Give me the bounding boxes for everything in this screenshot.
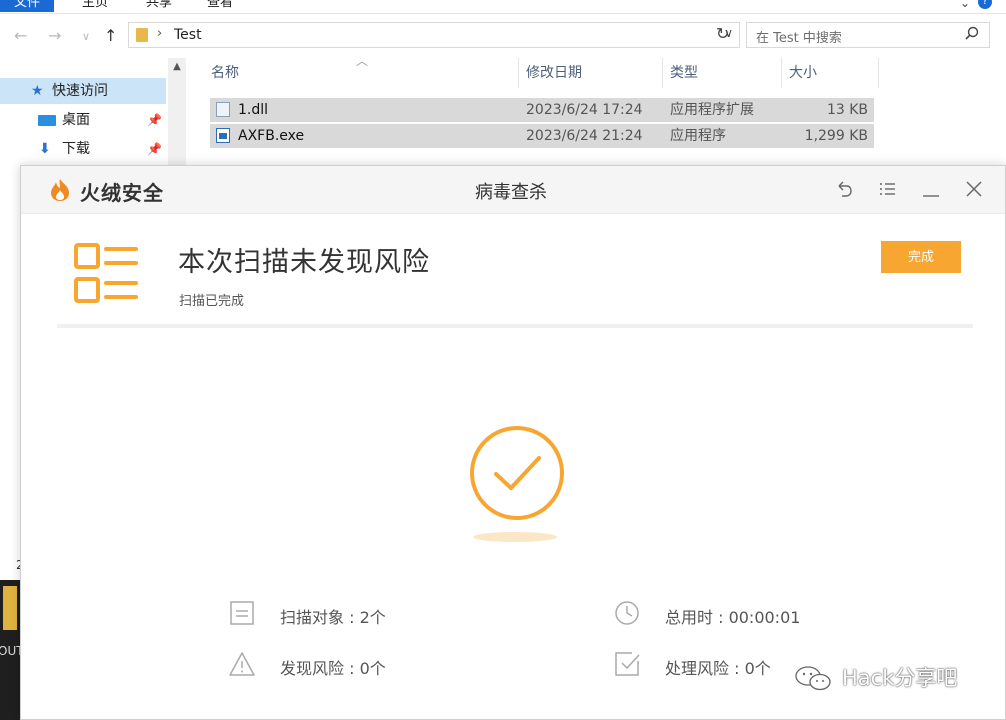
folder-icon	[136, 28, 148, 42]
exe-file-icon	[216, 128, 230, 143]
file-type: 应用程序扩展	[670, 102, 754, 118]
file-row[interactable]: AXFB.exe 2023/6/24 21:24 应用程序 1,299 KB	[210, 124, 874, 148]
sidebar-item-desktop[interactable]: 桌面 📌	[0, 107, 166, 133]
sidebar-item-label: 快速访问	[52, 83, 108, 99]
brand-name: 火绒安全	[80, 181, 164, 205]
scan-object-icon	[230, 601, 254, 625]
column-divider[interactable]	[518, 58, 519, 88]
column-header-type[interactable]: 类型	[670, 56, 698, 90]
address-field[interactable]: › Test ∨	[128, 22, 740, 48]
sidebar-item-downloads[interactable]: ⬇ 下载 📌	[0, 136, 166, 162]
download-icon: ⬇	[39, 141, 51, 157]
file-date: 2023/6/24 21:24	[526, 128, 643, 144]
success-check-icon	[470, 426, 564, 520]
scanned-count: 扫描对象 : 2个	[280, 608, 386, 627]
chevron-down-icon[interactable]: ⌄	[960, 0, 970, 10]
result-subtitle: 扫描已完成	[179, 294, 245, 309]
minimize-icon[interactable]	[920, 178, 942, 200]
handled-check-icon	[615, 652, 640, 676]
pin-icon[interactable]: 📌	[147, 107, 162, 133]
total-duration: 总用时 : 00:00:01	[665, 608, 801, 627]
column-divider[interactable]	[878, 58, 879, 88]
close-icon[interactable]	[963, 178, 985, 200]
icon-shadow	[473, 532, 557, 542]
menu-icon[interactable]	[877, 178, 899, 200]
search-icon[interactable]	[965, 26, 979, 40]
huorong-logo-icon	[51, 179, 69, 201]
file-size: 13 KB	[826, 102, 868, 118]
done-button[interactable]: 完成	[881, 241, 961, 273]
column-divider[interactable]	[781, 58, 782, 88]
column-header-date[interactable]: 修改日期	[526, 56, 582, 90]
file-row[interactable]: 1.dll 2023/6/24 17:24 应用程序扩展 13 KB	[210, 98, 874, 122]
address-bar-row: ← → ∨ ↑ › Test ∨ ↻ 在 Test 中搜索	[0, 20, 1006, 52]
clock-icon	[615, 601, 639, 625]
file-date: 2023/6/24 17:24	[526, 102, 643, 118]
risks-found: 发现风险 : 0个	[280, 659, 386, 678]
file-type: 应用程序	[670, 128, 726, 144]
watermark-text: Hack分享吧	[842, 666, 958, 690]
sidebar-item-label: 下载	[62, 141, 90, 157]
up-arrow-icon[interactable]: ↑	[104, 26, 117, 45]
dialog-title: 病毒查杀	[475, 182, 547, 203]
back-arrow-icon[interactable]: ←	[14, 26, 27, 45]
star-icon: ★	[31, 83, 44, 99]
refresh-icon[interactable]: ↻	[716, 24, 729, 43]
risks-handled: 处理风险 : 0个	[665, 659, 771, 678]
dialog-titlebar[interactable]: 火绒安全 病毒查杀	[21, 166, 1005, 214]
file-size: 1,299 KB	[804, 128, 868, 144]
forward-arrow-icon[interactable]: →	[48, 26, 61, 45]
scan-report-icon	[74, 243, 138, 303]
sidebar-item-label: 桌面	[62, 112, 90, 128]
virus-scan-dialog: 火绒安全 病毒查杀 本次扫描未发现风险 扫描已完成 完成 扫描对象: 2个 总…	[20, 165, 1006, 720]
back-icon[interactable]	[833, 178, 855, 200]
ribbon-tab-home[interactable]: 主页	[82, 0, 108, 12]
desktop-icon	[38, 115, 56, 126]
scrollbar[interactable]	[168, 76, 186, 166]
column-header-name[interactable]: 名称	[211, 56, 239, 90]
file-name: AXFB.exe	[238, 128, 305, 144]
ribbon-tab-view[interactable]: 查看	[207, 0, 233, 12]
help-icon[interactable]: ?	[978, 0, 992, 9]
breadcrumb-separator-icon: ›	[157, 26, 163, 41]
file-name: 1.dll	[238, 102, 269, 118]
folder-icon[interactable]	[3, 586, 17, 630]
recent-dropdown-icon[interactable]: ∨	[82, 30, 90, 43]
sidebar-item-quick-access[interactable]: ★ 快速访问	[0, 78, 166, 104]
section-divider	[57, 324, 973, 328]
result-title: 本次扫描未发现风险	[178, 247, 430, 278]
ribbon-tab-file[interactable]: 文件	[0, 0, 55, 12]
explorer-ribbon: 文件 主页 共享 查看 ⌄ ?	[0, 0, 1006, 14]
desktop-strip: OUT	[0, 580, 24, 720]
sort-ascending-icon: ︿	[356, 54, 369, 68]
warning-icon	[229, 652, 255, 676]
wechat-icon	[795, 666, 831, 691]
ribbon-tab-share[interactable]: 共享	[146, 0, 172, 12]
column-header-size[interactable]: 大小	[789, 56, 817, 90]
pin-icon[interactable]: 📌	[147, 136, 162, 162]
column-divider[interactable]	[662, 58, 663, 88]
search-placeholder: 在 Test 中搜索	[756, 31, 842, 46]
search-input[interactable]: 在 Test 中搜索	[746, 22, 990, 48]
scroll-up-icon[interactable]: ▲	[168, 58, 186, 76]
dll-file-icon	[216, 102, 230, 117]
breadcrumb-current[interactable]: Test	[174, 27, 202, 43]
